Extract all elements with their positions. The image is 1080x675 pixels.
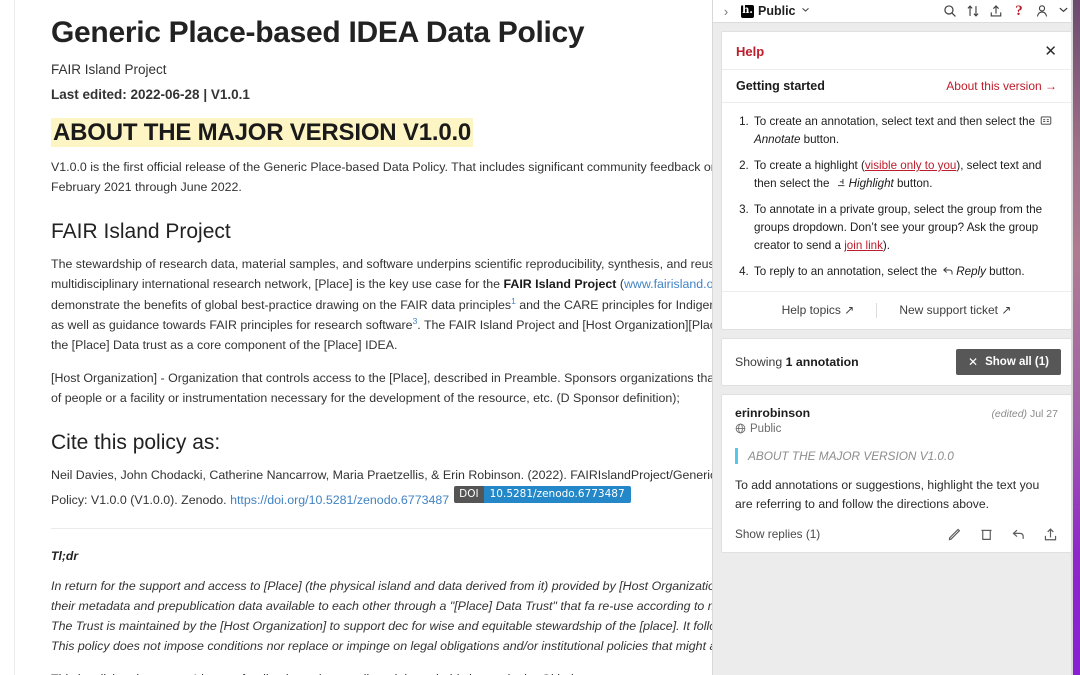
right-gradient-edge [1073,0,1080,675]
join-link[interactable]: join link [844,239,883,252]
doi-link[interactable]: https://doi.org/10.5281/zenodo.6773487 [230,493,449,507]
sort-icon[interactable] [966,4,980,18]
sidebar-body: 1 Help ✕ Getting started About this vers… [713,23,1080,675]
showing-count: 1 annotation [785,354,859,369]
hypothesis-logo-icon: h. [741,4,754,18]
help-panel-header: Help ✕ [722,32,1071,70]
reply-icon[interactable] [1011,527,1026,542]
p1-part-i: the [Place] Data trust as a core compone… [51,337,398,352]
help-step-2-after: button. [893,176,933,190]
chevron-down-icon [801,5,810,17]
doi-badge-value: 10.5281/zenodo.6773487 [483,485,631,503]
sidebar-topbar: › h. Public ? [713,0,1080,23]
annotation-timestamp: (edited) Jul 27 [991,408,1058,420]
fairisland-link[interactable]: www.fairisland.org [624,277,725,291]
annotation-date: Jul 27 [1029,407,1058,420]
help-step-1-before: To create an annotation, select text and… [754,115,1039,128]
reply-icon [942,265,954,277]
annotation-body: erinrobinson (edited) Jul 27 Public ABOU… [722,395,1071,552]
help-step-3-after: ). [882,238,890,252]
help-step-1-after: button. [800,132,840,146]
visible-only-to-you-link[interactable]: visible only to you [865,159,957,172]
share-icon[interactable] [1043,527,1058,542]
annotation-header: erinrobinson (edited) Jul 27 [735,406,1058,420]
help-panel-title: Help [736,44,765,59]
sidebar-cards: Help ✕ Getting started About this versio… [713,23,1080,553]
p1-part-b: multidisciplinary international research… [51,277,504,292]
highlighted-heading: ABOUT THE MAJOR VERSION V1.0.0 [51,117,474,147]
doi-badge[interactable]: DOI 10.5281/zenodo.6773487 [454,485,631,503]
close-icon[interactable]: ✕ [1044,44,1057,59]
help-panel-footer: Help topics ↗ New support ticket ↗ [722,290,1071,329]
help-step-3: To annotate in a private group, select t… [752,201,1057,254]
help-step-4-emphasis: Reply [956,265,986,279]
topbar-actions: ? [943,4,1074,19]
showing-row: Showing 1 annotation ✕ Show all (1) [722,339,1071,385]
p1-bold-fair-island: FAIR Island Project [503,277,617,292]
p1-part-e: demonstrate the benefits of global best-… [51,297,512,312]
help-step-4-before: To reply to an annotation, select the [754,265,941,279]
version-text-1: V1.0.0 is the first official release of … [51,159,742,174]
help-step-3-before: To annotate in a private group, select t… [754,203,1043,252]
help-icon[interactable]: ? [1012,4,1026,19]
annotation-privacy-label: Public [750,422,782,435]
help-subtitle: Getting started [736,79,825,93]
annotation-card: erinrobinson (edited) Jul 27 Public ABOU… [721,393,1072,553]
p1-part-c: ( [616,277,624,292]
annotate-icon [1040,115,1052,127]
help-step-1-emphasis: Annotate [754,132,801,146]
help-step-2-emphasis: Highlight [848,176,894,190]
annotation-edited-flag: (edited) [991,407,1028,420]
version-text-2: February 2021 through June 2022. [51,180,242,195]
annotation-author[interactable]: erinrobinson [735,406,810,420]
group-selector[interactable]: h. Public [741,4,810,18]
annotation-privacy: Public [735,423,1058,435]
account-icon[interactable] [1035,4,1049,18]
help-step-4: To reply to an annotation, select the Re… [752,263,1057,281]
help-step-2-before: To create a highlight ( [754,159,865,173]
doi-badge-label: DOI [454,485,484,503]
show-all-button[interactable]: ✕ Show all (1) [956,348,1061,375]
citation-part-b: Policy: V1.0.0 (V1.0.0). Zenodo. [51,492,231,507]
share-icon[interactable] [989,4,1003,18]
help-topics-link[interactable]: Help topics ↗ [760,303,877,317]
annotation-text: To add annotations or suggestions, highl… [735,478,1040,511]
highlight-icon [835,177,847,189]
new-support-ticket-link[interactable]: New support ticket ↗ [877,303,1033,317]
clear-selection-icon: ✕ [968,354,979,369]
help-panel: Help ✕ Getting started About this versio… [721,31,1072,330]
help-step-4-after: button. [985,265,1025,279]
help-step-2: To create a highlight (visible only to y… [752,157,1057,192]
annotation-footer: Show replies (1) [735,527,1058,542]
show-all-label: Show all (1) [985,355,1049,368]
globe-icon [735,423,746,434]
help-step-1: To create an annotation, select text and… [752,113,1057,148]
help-getting-started-row: Getting started About this version → [722,70,1071,103]
help-steps-list: To create an annotation, select text and… [722,103,1071,291]
expand-sidebar-button[interactable]: › [717,4,735,19]
showing-label: Showing 1 annotation [735,355,859,369]
edit-icon[interactable] [947,527,962,542]
annotation-actions [947,527,1058,542]
app-screen: Generic Place-based IDEA Data Policy FAI… [0,0,1080,675]
account-chevron-down-icon[interactable] [1058,4,1072,18]
p1-part-a: The stewardship of research data, materi… [51,257,775,272]
citation-part-a: Neil Davies, John Chodacki, Catherine Na… [51,468,783,483]
annotation-quote: ABOUT THE MAJOR VERSION V1.0.0 [735,447,1058,465]
about-this-version-link[interactable]: About this version → [946,79,1057,93]
show-replies-button[interactable]: Show replies (1) [735,527,820,541]
delete-icon[interactable] [979,527,994,542]
showing-bar: Showing 1 annotation ✕ Show all (1) [721,337,1072,386]
group-name-label: Public [758,4,796,18]
p1-part-g: as well as guidance towards FAIR princip… [51,317,413,332]
search-icon[interactable] [943,4,957,18]
hypothesis-sidebar: › h. Public ? Help ✕ Getting started Abo… [712,0,1080,675]
showing-prefix: Showing [735,354,786,369]
